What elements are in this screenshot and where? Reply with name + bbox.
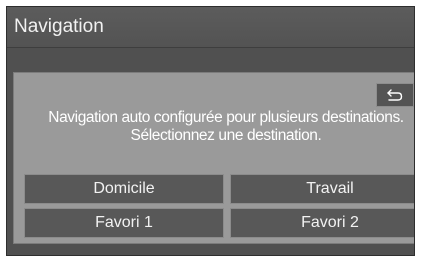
dialog-message: Navigation auto configurée pour plusieur… [16, 109, 414, 145]
screen-title: Navigation [14, 16, 104, 37]
favorite-2-button[interactable]: Favori 2 [230, 208, 414, 238]
navigation-screen: Navigation Navigation auto configurée po… [6, 6, 415, 256]
message-line-2: Sélectionnez une destination. [130, 127, 322, 144]
work-button[interactable]: Travail [230, 174, 414, 204]
title-bar: Navigation [7, 7, 414, 48]
return-arrow-icon [385, 88, 405, 102]
message-line-1: Navigation auto configurée pour plusieur… [48, 109, 404, 126]
favorite-1-button[interactable]: Favori 1 [24, 208, 224, 238]
destination-dialog: Navigation auto configurée pour plusieur… [13, 72, 414, 244]
home-button[interactable]: Domicile [24, 174, 224, 204]
back-button[interactable] [376, 83, 414, 107]
